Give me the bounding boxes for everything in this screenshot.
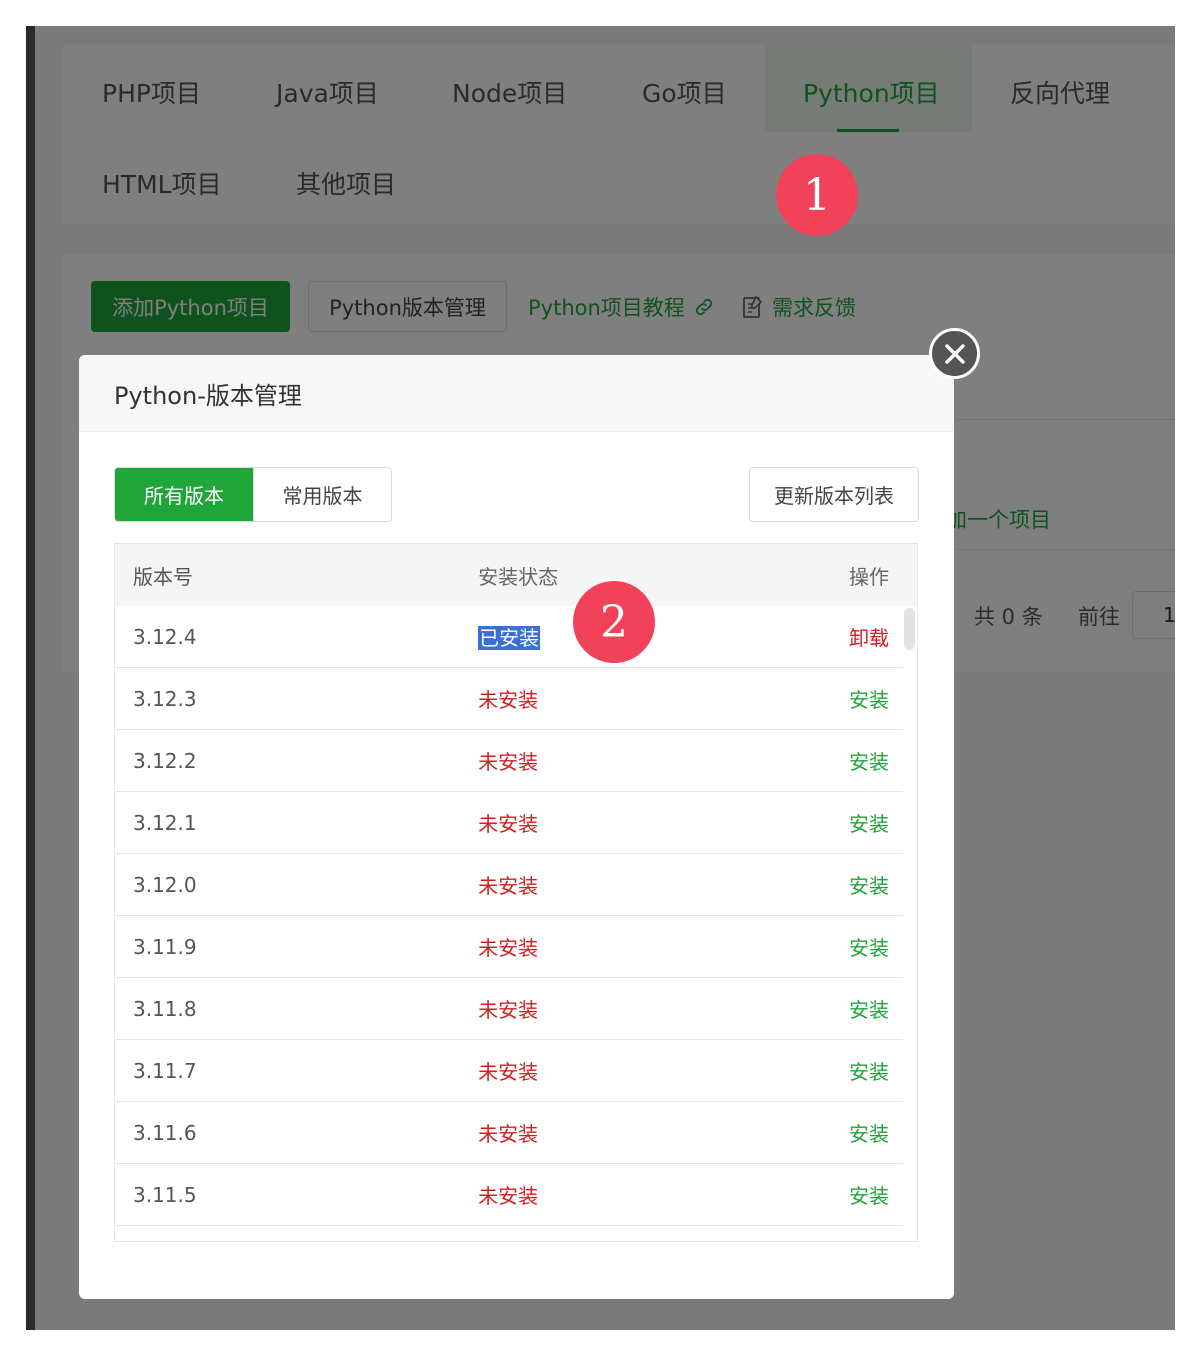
dialog-title: Python-版本管理 — [79, 355, 954, 432]
annotation-badge-1: 1 — [776, 154, 858, 236]
version-cell: 3.11.7 — [133, 1058, 197, 1083]
table-row: 3.12.2 未安装 安装 — [115, 730, 903, 792]
version-cell: 3.11.9 — [133, 934, 197, 959]
column-status: 安装状态 — [478, 564, 559, 589]
column-action: 操作 — [849, 564, 890, 589]
table-row: 3.12.3 未安装 安装 — [115, 668, 903, 730]
close-icon — [944, 343, 965, 364]
version-table: 版本号 安装状态 操作 3.12.4 已安装 卸载 3.12.3 未安装 安装 … — [114, 543, 918, 1242]
refresh-version-list-button[interactable]: 更新版本列表 — [749, 467, 919, 522]
install-button[interactable]: 安装 — [817, 1056, 903, 1085]
table-row: 3.11.6 未安装 安装 — [115, 1102, 903, 1164]
version-manage-dialog: Python-版本管理 所有版本 常用版本 更新版本列表 版本号 安装状态 操作… — [79, 355, 954, 1299]
status-cell: 未安装 — [478, 812, 539, 836]
status-cell: 未安装 — [478, 1122, 539, 1146]
version-cell: 3.12.2 — [133, 748, 197, 773]
version-cell: 3.11.5 — [133, 1182, 197, 1207]
version-filter-toggle: 所有版本 常用版本 — [114, 467, 392, 522]
table-row: 3.11.8 未安装 安装 — [115, 978, 903, 1040]
status-cell: 未安装 — [478, 750, 539, 774]
install-button[interactable]: 安装 — [817, 994, 903, 1023]
version-cell: 3.12.1 — [133, 810, 197, 835]
annotation-badge-2: 2 — [573, 581, 655, 663]
status-cell: 未安装 — [478, 688, 539, 712]
status-cell: 未安装 — [478, 874, 539, 898]
table-row: 3.11.7 未安装 安装 — [115, 1040, 903, 1102]
table-row: 3.12.4 已安装 卸载 — [115, 606, 903, 668]
left-edge-bar — [26, 26, 35, 1330]
common-versions-button[interactable]: 常用版本 — [253, 468, 391, 521]
status-cell: 未安装 — [478, 998, 539, 1022]
all-versions-button[interactable]: 所有版本 — [115, 468, 253, 521]
version-cell: 3.12.4 — [133, 624, 197, 649]
version-cell: 3.11.8 — [133, 996, 197, 1021]
install-button[interactable]: 安装 — [817, 932, 903, 961]
version-cell: 3.12.3 — [133, 686, 197, 711]
table-row: 3.12.0 未安装 安装 — [115, 854, 903, 916]
status-cell: 已安装 — [478, 626, 541, 650]
install-button[interactable]: 安装 — [817, 1180, 903, 1209]
uninstall-button[interactable]: 卸载 — [817, 622, 903, 651]
install-button[interactable]: 安装 — [817, 684, 903, 713]
table-row: 3.12.1 未安装 安装 — [115, 792, 903, 854]
table-row: 3.11.9 未安装 安装 — [115, 916, 903, 978]
install-button[interactable]: 安装 — [817, 808, 903, 837]
install-button[interactable]: 安装 — [817, 1118, 903, 1147]
status-cell: 未安装 — [478, 1060, 539, 1084]
install-button[interactable]: 安装 — [817, 870, 903, 899]
install-button[interactable]: 安装 — [817, 746, 903, 775]
column-version: 版本号 — [133, 564, 193, 589]
app-window: PHP项目 Java项目 Node项目 Go项目 Python项目 反向代理 H… — [26, 26, 1175, 1330]
status-cell: 未安装 — [478, 936, 539, 960]
status-cell: 未安装 — [478, 1184, 539, 1208]
table-scrollbar[interactable] — [904, 608, 915, 650]
table-row: 3.11.5 未安装 安装 — [115, 1164, 903, 1226]
version-cell: 3.12.0 — [133, 872, 197, 897]
version-cell: 3.11.6 — [133, 1120, 197, 1145]
close-dialog-button[interactable] — [929, 328, 980, 379]
table-header: 版本号 安装状态 操作 — [115, 544, 917, 606]
